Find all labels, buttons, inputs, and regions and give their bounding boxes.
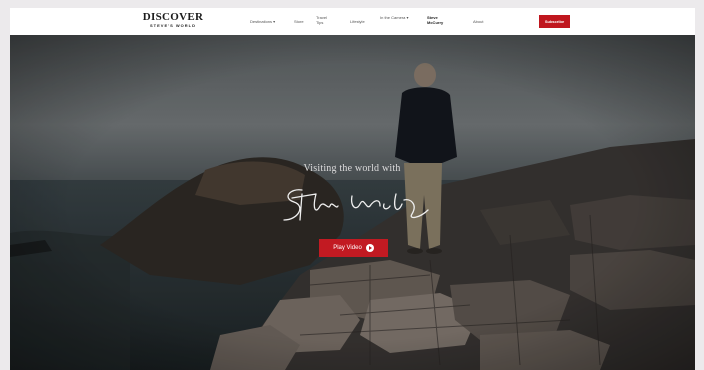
play-video-label: Play Video — [333, 245, 362, 251]
nav-item-label: Travel Tips — [316, 15, 327, 25]
chevron-down-icon: ▾ — [406, 15, 409, 20]
play-video-button[interactable]: Play Video — [319, 239, 388, 257]
logo-main-text: DISCOVER — [142, 11, 204, 23]
logo-sub-text: STEVE'S WORLD — [150, 23, 196, 28]
nav-item-label: Lifestyle — [350, 19, 365, 24]
top-navigation: DISCOVER STEVE'S WORLD Destinations ▾ St… — [10, 8, 695, 35]
nav-item-store[interactable]: Store — [294, 19, 304, 24]
chevron-down-icon: ▾ — [273, 19, 276, 24]
hero-headline: Visiting the world with — [303, 163, 401, 174]
nav-item-label: Destinations — [250, 19, 273, 24]
play-circle-icon — [365, 244, 374, 252]
nav-item-label: In the Camera — [380, 15, 406, 20]
hero-section: Visiting the world with Play Video — [10, 35, 695, 370]
nav-item-destinations[interactable]: Destinations ▾ — [250, 19, 275, 24]
nav-item-steve-mccurry[interactable]: Steve McCurry — [427, 15, 451, 25]
nav-item-travel-tips[interactable]: Travel Tips — [316, 15, 334, 25]
browser-viewport: DISCOVER STEVE'S WORLD Destinations ▾ St… — [10, 8, 695, 370]
nav-item-about[interactable]: About — [473, 19, 483, 24]
nav-item-label: Store — [294, 19, 304, 24]
nav-item-lifestyle[interactable]: Lifestyle — [350, 19, 365, 24]
subscribe-button[interactable]: Subscribe — [539, 15, 570, 28]
site-logo[interactable]: DISCOVER STEVE'S WORLD — [138, 12, 208, 29]
nav-item-in-the-camera[interactable]: In the Camera ▾ — [380, 15, 410, 20]
nav-item-label: About — [473, 19, 484, 24]
nav-item-label: Steve McCurry — [427, 15, 444, 25]
